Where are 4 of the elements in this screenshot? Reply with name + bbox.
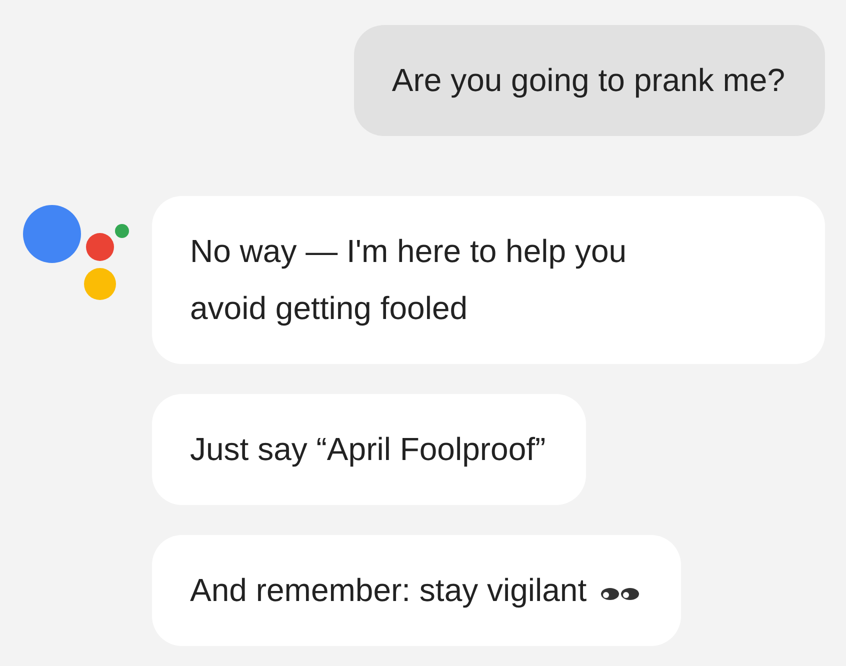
assistant-message: Just say “April Foolproof”: [152, 394, 586, 505]
assistant-message: And remember: stay vigilant: [152, 535, 681, 646]
assistant-message: No way — I'm here to help you avoid getting fooled: [152, 196, 825, 364]
user-message: Are you going to prank me?: [354, 25, 825, 136]
